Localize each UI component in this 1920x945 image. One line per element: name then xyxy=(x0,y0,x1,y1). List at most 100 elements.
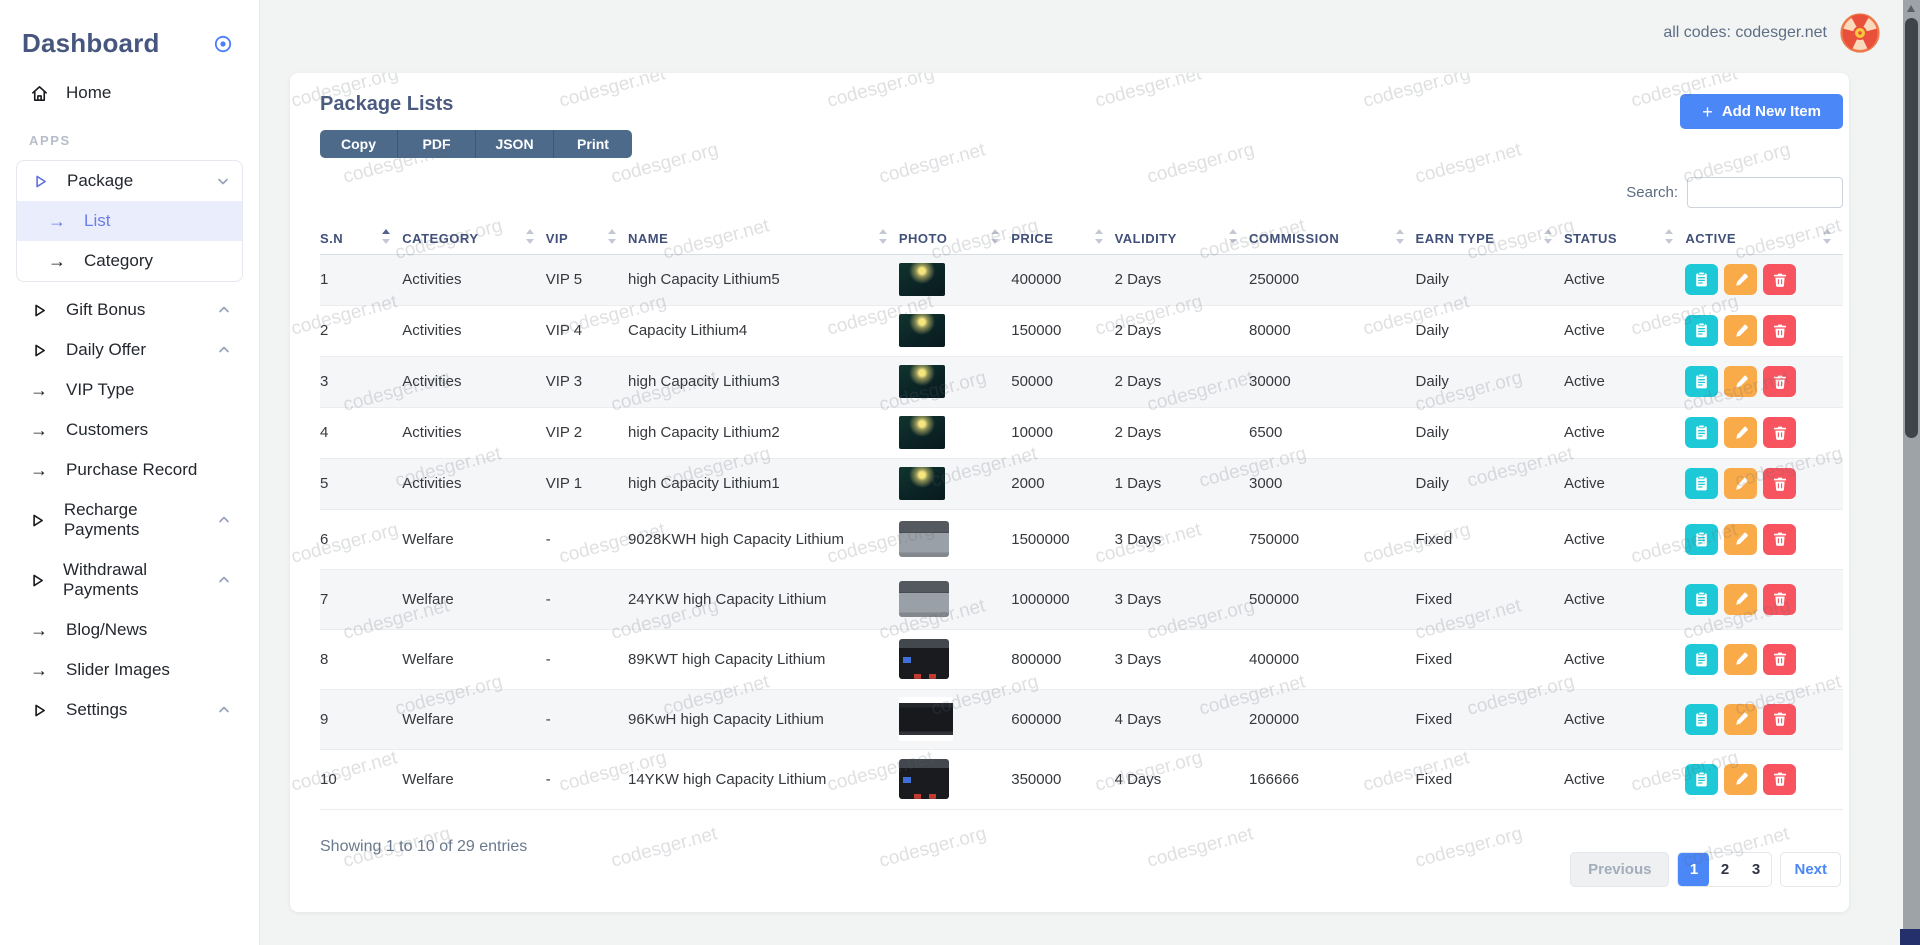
sidebar-item-home[interactable]: Home xyxy=(16,73,243,113)
sidebar-item-list[interactable]: →List xyxy=(17,201,242,241)
product-photo xyxy=(899,365,945,398)
edit-button[interactable] xyxy=(1724,366,1757,397)
detail-button[interactable] xyxy=(1685,644,1718,675)
cell-price: 1500000 xyxy=(1011,509,1114,569)
detail-button[interactable] xyxy=(1685,366,1718,397)
table-row: 5ActivitiesVIP 1high Capacity Lithium120… xyxy=(320,458,1843,509)
delete-button[interactable] xyxy=(1763,468,1796,499)
sidebar-item-purchase-record[interactable]: →Purchase Record xyxy=(16,450,243,490)
column-header-active[interactable]: ACTIVE xyxy=(1685,224,1843,254)
export-copy-button[interactable]: Copy xyxy=(320,130,398,158)
column-header-validity[interactable]: VALIDITY xyxy=(1115,224,1249,254)
export-pdf-button[interactable]: PDF xyxy=(398,130,476,158)
app-title: Dashboard xyxy=(22,28,160,59)
sidebar-item-label: Purchase Record xyxy=(66,460,197,480)
sidebar-item-recharge-payments[interactable]: Recharge Payments xyxy=(16,490,243,550)
cell-vip: - xyxy=(546,689,628,749)
sidebar-item-blog-news[interactable]: →Blog/News xyxy=(16,610,243,650)
column-header-name[interactable]: NAME xyxy=(628,224,899,254)
edit-button[interactable] xyxy=(1724,704,1757,735)
cell-status: Active xyxy=(1564,569,1685,629)
edit-button[interactable] xyxy=(1724,315,1757,346)
column-header-category[interactable]: CATEGORY xyxy=(402,224,545,254)
page-button-2[interactable]: 2 xyxy=(1709,852,1740,887)
delete-button[interactable] xyxy=(1763,315,1796,346)
detail-button[interactable] xyxy=(1685,764,1718,795)
play-icon xyxy=(29,512,47,529)
page-button-3[interactable]: 3 xyxy=(1740,852,1771,887)
detail-button[interactable] xyxy=(1685,584,1718,615)
column-label: S.N xyxy=(320,231,343,246)
scroll-up-arrow-icon[interactable] xyxy=(1907,5,1915,12)
sidebar-pin-icon[interactable] xyxy=(213,34,233,54)
sidebar-item-package[interactable]: Package xyxy=(17,161,242,201)
vertical-scrollbar[interactable] xyxy=(1903,0,1920,945)
column-header-status[interactable]: STATUS xyxy=(1564,224,1685,254)
sidebar-item-category[interactable]: →Category xyxy=(17,241,242,281)
edit-button[interactable] xyxy=(1724,764,1757,795)
cell-photo xyxy=(899,305,1011,356)
add-new-item-button[interactable]: + Add New Item xyxy=(1680,94,1843,129)
edit-button[interactable] xyxy=(1724,644,1757,675)
column-label: COMMISSION xyxy=(1249,231,1339,246)
delete-button[interactable] xyxy=(1763,417,1796,448)
wheel-logo-icon[interactable] xyxy=(1840,13,1880,53)
detail-button[interactable] xyxy=(1685,704,1718,735)
sidebar-item-daily-offer[interactable]: Daily Offer xyxy=(16,330,243,370)
detail-button[interactable] xyxy=(1685,468,1718,499)
delete-button[interactable] xyxy=(1763,704,1796,735)
export-print-button[interactable]: Print xyxy=(554,130,632,158)
cell-name: 14YKW high Capacity Lithium xyxy=(628,749,899,809)
cell-name: Capacity Lithium4 xyxy=(628,305,899,356)
delete-button[interactable] xyxy=(1763,366,1796,397)
detail-button[interactable] xyxy=(1685,417,1718,448)
arrow-icon: → xyxy=(29,621,49,639)
search-input[interactable] xyxy=(1687,177,1843,208)
delete-button[interactable] xyxy=(1763,524,1796,555)
column-header-vip[interactable]: VIP xyxy=(546,224,628,254)
column-label: ACTIVE xyxy=(1685,231,1736,246)
sidebar-item-settings[interactable]: Settings xyxy=(16,690,243,730)
cell-commission: 750000 xyxy=(1249,509,1416,569)
detail-button[interactable] xyxy=(1685,264,1718,295)
page-button-1[interactable]: 1 xyxy=(1678,852,1709,887)
sidebar-item-withdrawal-payments[interactable]: Withdrawal Payments xyxy=(16,550,243,610)
scrollbar-thumb[interactable] xyxy=(1905,18,1918,438)
edit-button[interactable] xyxy=(1724,264,1757,295)
delete-button[interactable] xyxy=(1763,644,1796,675)
cell-actions xyxy=(1685,305,1843,356)
delete-button[interactable] xyxy=(1763,764,1796,795)
column-header-commission[interactable]: COMMISSION xyxy=(1249,224,1416,254)
column-header-photo[interactable]: PHOTO xyxy=(899,224,1011,254)
edit-button[interactable] xyxy=(1724,468,1757,499)
previous-page-button[interactable]: Previous xyxy=(1570,852,1669,887)
next-page-button[interactable]: Next xyxy=(1780,852,1841,887)
cell-status: Active xyxy=(1564,749,1685,809)
column-header-earn-type[interactable]: EARN TYPE xyxy=(1416,224,1564,254)
cell-name: high Capacity Lithium5 xyxy=(628,254,899,305)
sidebar-item-customers[interactable]: →Customers xyxy=(16,410,243,450)
cell-status: Active xyxy=(1564,254,1685,305)
edit-button[interactable] xyxy=(1724,524,1757,555)
sidebar-item-gift-bonus[interactable]: Gift Bonus xyxy=(16,290,243,330)
sidebar-item-slider-images[interactable]: →Slider Images xyxy=(16,650,243,690)
cell-status: Active xyxy=(1564,689,1685,749)
edit-button[interactable] xyxy=(1724,584,1757,615)
cell-actions xyxy=(1685,407,1843,458)
cell-status: Active xyxy=(1564,407,1685,458)
detail-button[interactable] xyxy=(1685,315,1718,346)
cell-vip: VIP 3 xyxy=(546,356,628,407)
edit-button[interactable] xyxy=(1724,417,1757,448)
cell-sn: 10 xyxy=(320,749,402,809)
cell-category: Welfare xyxy=(402,569,545,629)
column-header-s-n[interactable]: S.N xyxy=(320,224,402,254)
detail-button[interactable] xyxy=(1685,524,1718,555)
sidebar-item-vip-type[interactable]: →VIP Type xyxy=(16,370,243,410)
column-header-price[interactable]: PRICE xyxy=(1011,224,1114,254)
delete-button[interactable] xyxy=(1763,584,1796,615)
cell-status: Active xyxy=(1564,509,1685,569)
cell-earn-type: Fixed xyxy=(1416,509,1564,569)
export-json-button[interactable]: JSON xyxy=(476,130,554,158)
watermark-text: codesger.net xyxy=(557,73,668,113)
delete-button[interactable] xyxy=(1763,264,1796,295)
